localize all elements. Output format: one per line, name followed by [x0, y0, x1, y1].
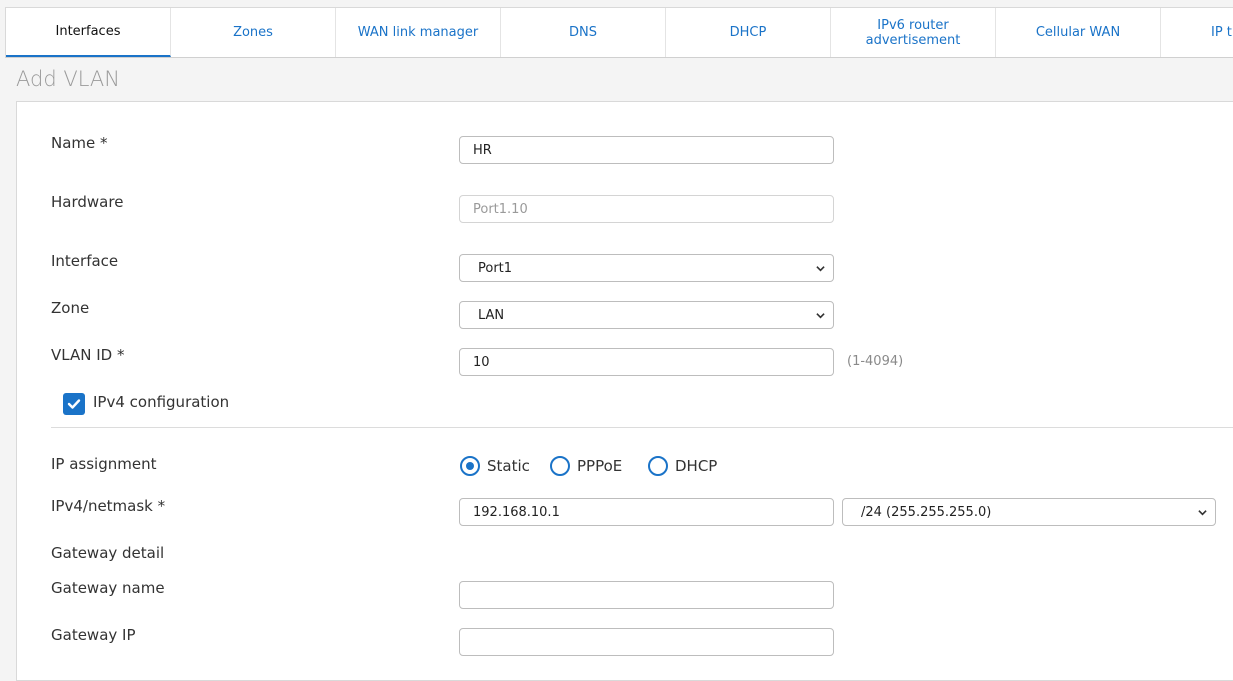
radio-pppoe-label[interactable]: PPPoE: [577, 457, 622, 475]
interface-value: Port1: [478, 260, 513, 276]
checkmark-icon: [67, 399, 81, 409]
zone-select[interactable]: LAN: [459, 301, 834, 329]
gateway-name-label: Gateway name: [51, 579, 165, 597]
radio-static[interactable]: [460, 456, 480, 476]
tab-ipv6-label: IPv6 router advertisement: [865, 17, 961, 48]
gateway-ip-input[interactable]: [459, 628, 834, 656]
ip-assignment-label: IP assignment: [51, 455, 157, 473]
zone-value: LAN: [478, 307, 505, 323]
tab-ip-label: IP t: [1211, 25, 1232, 40]
vlan-id-range-hint: (1-4094): [847, 354, 904, 369]
hardware-label: Hardware: [51, 193, 124, 211]
chevron-down-icon: [816, 266, 825, 272]
zone-label: Zone: [51, 299, 90, 317]
tab-dhcp[interactable]: DHCP: [666, 8, 831, 57]
tab-cellular-wan[interactable]: Cellular WAN: [996, 8, 1161, 57]
tab-interfaces[interactable]: Interfaces: [6, 8, 171, 57]
interface-select[interactable]: Port1: [459, 254, 834, 282]
ipv4-netmask-label: IPv4/netmask *: [51, 497, 166, 515]
vlan-id-label: VLAN ID *: [51, 346, 125, 364]
gateway-ip-label: Gateway IP: [51, 626, 136, 644]
vlan-id-input[interactable]: 10: [459, 348, 834, 376]
tab-dns[interactable]: DNS: [501, 8, 666, 57]
tab-wan-link-manager[interactable]: WAN link manager: [336, 8, 501, 57]
radio-dhcp[interactable]: [648, 456, 668, 476]
radio-dhcp-label[interactable]: DHCP: [675, 457, 717, 475]
radio-static-label[interactable]: Static: [487, 457, 530, 475]
page-title: Add VLAN: [16, 67, 120, 91]
ipv4-configuration-checkbox[interactable]: [63, 393, 85, 415]
ipv4-address-input[interactable]: 192.168.10.1: [459, 498, 834, 526]
tab-zones[interactable]: Zones: [171, 8, 336, 57]
tab-bar: Interfaces Zones WAN link manager DNS DH…: [5, 7, 1233, 58]
netmask-value: /24 (255.255.255.0): [861, 504, 992, 520]
chevron-down-icon: [816, 313, 825, 319]
section-divider: [51, 427, 1233, 428]
netmask-select[interactable]: /24 (255.255.255.0): [842, 498, 1216, 526]
name-input[interactable]: HR: [459, 136, 834, 164]
radio-pppoe[interactable]: [550, 456, 570, 476]
ipv4-configuration-label: IPv4 configuration: [93, 393, 230, 411]
hardware-input: Port1.10: [459, 195, 834, 223]
tab-ipv6-router-advertisement[interactable]: IPv6 router advertisement: [831, 8, 996, 57]
interface-label: Interface: [51, 252, 119, 270]
chevron-down-icon: [1198, 510, 1207, 516]
name-label: Name *: [51, 134, 108, 152]
tab-ip-tunnel[interactable]: IP t: [1161, 8, 1233, 57]
gateway-name-input[interactable]: [459, 581, 834, 609]
gateway-detail-heading: Gateway detail: [51, 544, 165, 562]
